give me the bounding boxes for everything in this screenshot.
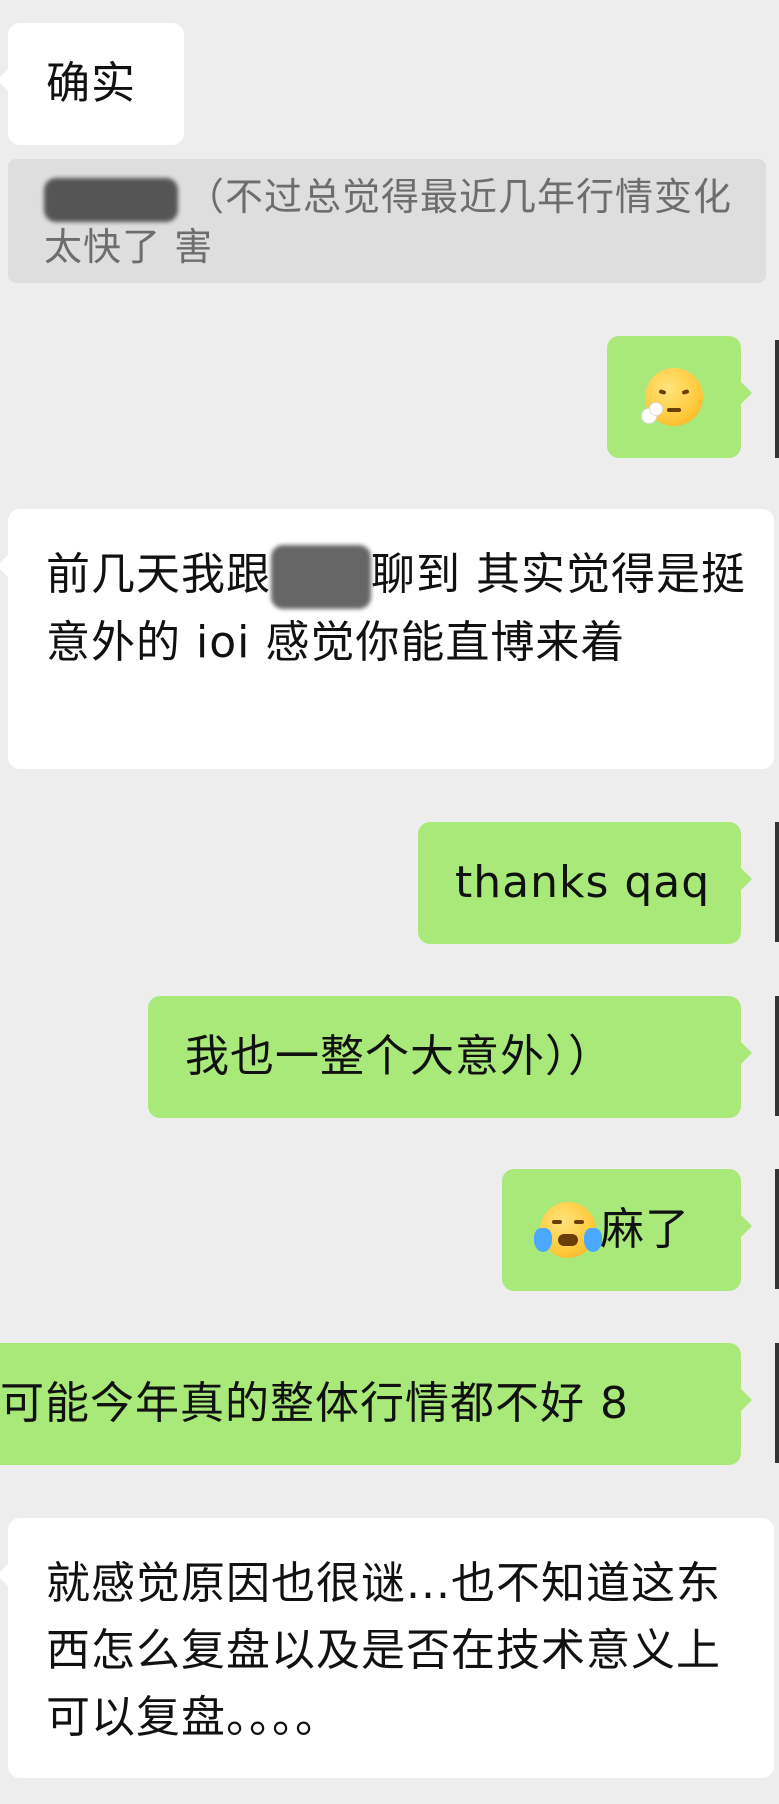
emoji-puff xyxy=(649,402,663,416)
incoming-message-bubble[interactable]: 就感觉原因也很谜...也不知道这东西怎么复盘以及是否在技术意义上可以复盘。。。。 xyxy=(0,1518,774,1778)
screen-edge xyxy=(775,1169,779,1289)
emoji-tear xyxy=(534,1228,552,1252)
message-text: 可能今年真的整体行情都不好 8 xyxy=(0,1378,629,1429)
outgoing-message-bubble[interactable]: 麻了 xyxy=(502,1169,752,1291)
emoji-tear xyxy=(584,1228,602,1252)
message-text: 确实 xyxy=(46,58,136,109)
emoji-mouth xyxy=(667,408,681,412)
outgoing-message-bubble[interactable]: thanks qaq xyxy=(418,822,752,944)
screen-edge xyxy=(775,340,779,458)
screen-edge xyxy=(775,1343,779,1463)
screen-edge xyxy=(775,996,779,1116)
screen-edge xyxy=(775,822,779,942)
quoted-message[interactable]: （不过总觉得最近几年行情变化太快了 害 xyxy=(8,159,766,283)
outgoing-message-bubble[interactable]: 可能今年真的整体行情都不好 8 xyxy=(0,1343,752,1465)
incoming-message-bubble[interactable]: 确实 xyxy=(0,23,184,145)
incoming-message-bubble[interactable]: 前几天我跟 聊到 其实觉得是挺意外的 ioi 感觉你能直博来着 xyxy=(0,509,774,769)
emoji-eye xyxy=(681,389,690,395)
outgoing-message-bubble[interactable]: 我也一整个大意外）） xyxy=(148,996,752,1118)
chat-window: 确实 （不过总觉得最近几年行情变化太快了 害 前几天我跟 聊到 其实觉得是挺意外的… xyxy=(0,0,779,1804)
redacted-name xyxy=(44,177,178,222)
redacted-name xyxy=(271,545,371,609)
emoji-eye xyxy=(574,1220,584,1224)
emoji-eye xyxy=(552,1220,562,1224)
message-text: 我也一整个大意外）） xyxy=(185,1031,613,1082)
loudly-crying-face-emoji xyxy=(534,1202,602,1258)
outgoing-message-bubble[interactable] xyxy=(607,336,752,458)
message-text: thanks qaq xyxy=(455,857,711,908)
emoji-eye xyxy=(658,389,667,395)
emoji-mouth xyxy=(558,1234,578,1246)
message-text: 就感觉原因也很谜...也不知道这东西怎么复盘以及是否在技术意义上可以复盘。。。。 xyxy=(46,1558,721,1743)
exhale-face-emoji xyxy=(641,368,703,426)
message-text: 前几天我跟 xyxy=(46,549,271,600)
message-text: 麻了 xyxy=(600,1204,690,1255)
